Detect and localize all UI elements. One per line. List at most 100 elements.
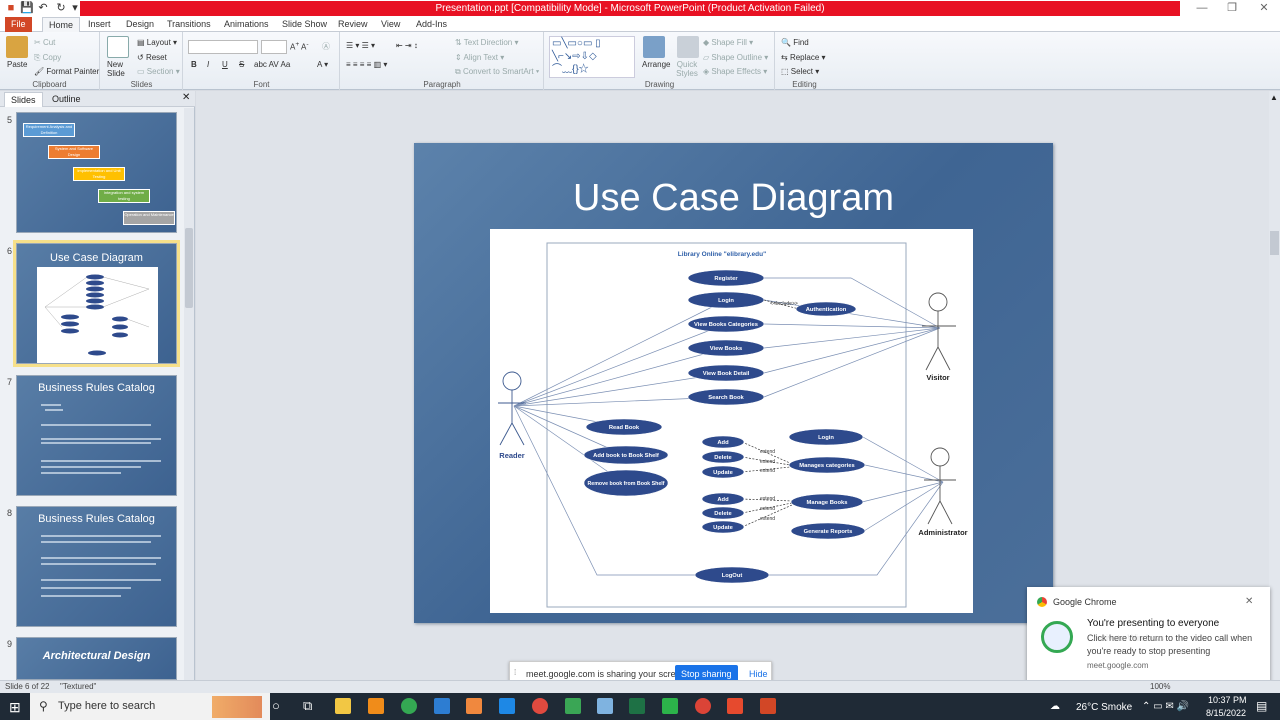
zoom-level[interactable]: 100% (1150, 682, 1170, 691)
vscode-icon[interactable] (434, 698, 450, 714)
underline-icon[interactable]: U (222, 60, 228, 69)
cut-button[interactable]: ✂ Cut (34, 38, 55, 47)
windows-start-icon[interactable]: ⊞ (9, 699, 21, 716)
file-explorer-icon[interactable] (335, 698, 351, 714)
system-tray-icons[interactable]: ⌃ ▭ ✉ 🔊 (1142, 701, 1189, 712)
format-painter-button[interactable]: 🖌 Format Painter (34, 67, 99, 76)
convert-smartart-button[interactable]: ⧉ Convert to SmartArt ▾ (455, 67, 539, 77)
font-color-icon[interactable]: A ▾ (317, 60, 328, 69)
chrome-2-icon[interactable] (695, 698, 711, 714)
tab-view[interactable]: View (375, 17, 406, 32)
reset-button[interactable]: ↺ Reset (137, 53, 167, 62)
hide-button[interactable]: Hide (749, 669, 768, 679)
quick-styles-button[interactable]: Quick Styles (673, 60, 701, 78)
font-size-box[interactable] (261, 40, 287, 54)
shape-effects-button[interactable]: ◈ Shape Effects ▾ (703, 67, 767, 76)
arrange-icon[interactable] (643, 36, 665, 58)
battery-app-icon[interactable] (565, 698, 581, 714)
indent-icon[interactable]: ⇤ ⇥ ↕ (396, 41, 418, 50)
panel-scrollbar[interactable] (184, 108, 194, 680)
text-direction-button[interactable]: ⇅ Text Direction ▾ (455, 38, 519, 47)
tab-review[interactable]: Review (332, 17, 374, 32)
scroll-up-icon[interactable]: ▲ (1270, 93, 1278, 102)
notification-center-icon[interactable]: ▤ (1256, 699, 1267, 713)
convert-smartart-label: Convert to SmartArt (462, 67, 534, 76)
section-button[interactable]: ▭ Section ▾ (137, 67, 180, 76)
cortana-icon[interactable]: ○ (272, 698, 280, 713)
chrome-notification[interactable]: Google Chrome ✕ You're presenting to eve… (1027, 587, 1270, 685)
tab-home[interactable]: Home (42, 17, 81, 32)
use-case-diagram[interactable]: Library Online "elibrary.edu" <<Include>… (490, 229, 973, 613)
panel-scroll-thumb[interactable] (185, 228, 193, 308)
save-icon[interactable]: 💾 (20, 1, 34, 15)
app-2-icon[interactable] (727, 698, 743, 714)
sublime-icon[interactable] (368, 698, 384, 714)
chrome-profile-icon[interactable] (532, 698, 548, 714)
editor-scroll-thumb[interactable] (1270, 231, 1279, 255)
quick-styles-icon[interactable] (677, 36, 699, 58)
layout-button[interactable]: ▤ Layout ▾ (137, 38, 177, 47)
tab-insert[interactable]: Insert (82, 17, 117, 32)
weather-text[interactable]: 26°C Smoke (1076, 702, 1132, 713)
align-icons[interactable]: ≡ ≡ ≡ ≡ ▥ ▾ (346, 60, 387, 69)
shape-fill-button[interactable]: ◆ Shape Fill ▾ (703, 38, 753, 47)
new-slide-button[interactable]: New Slide (107, 60, 131, 78)
paste-button[interactable]: Paste (7, 60, 27, 69)
tab-slide-show[interactable]: Slide Show (276, 17, 333, 32)
task-view-icon[interactable]: ⧉ (303, 698, 312, 714)
undo-icon[interactable]: ↶ (36, 1, 50, 15)
drag-handle-icon[interactable]: ⁞ (514, 668, 516, 677)
close-panel-icon[interactable]: ✕ (182, 92, 190, 103)
close-button[interactable]: ✕ (1250, 0, 1278, 17)
strikethrough-icon[interactable]: S (239, 60, 244, 69)
xampp-icon[interactable] (466, 698, 482, 714)
excel-icon[interactable] (629, 698, 645, 714)
font-name-box[interactable] (188, 40, 258, 54)
italic-icon[interactable]: I (207, 60, 209, 69)
bullets-icon[interactable]: ☰ ▾ ☰ ▾ (346, 41, 375, 50)
tab-animations[interactable]: Animations (218, 17, 275, 32)
slide-thumbnail-6[interactable]: Use Case Diagram (13, 240, 180, 367)
app-icon[interactable] (499, 698, 515, 714)
copy-button[interactable]: ⎘ Copy (34, 53, 61, 63)
grow-font-icon[interactable]: A+ A- (290, 41, 309, 52)
camtasia-icon[interactable] (662, 698, 678, 714)
slide-title[interactable]: Use Case Diagram (414, 177, 1053, 220)
align-text-button[interactable]: ⇕ Align Text ▾ (455, 53, 504, 62)
shape-outline-button[interactable]: ▱ Shape Outline ▾ (703, 53, 768, 62)
powerpoint-taskbar-icon[interactable] (760, 698, 776, 714)
editor-scrollbar[interactable]: ▲ (1269, 91, 1280, 680)
clock-date[interactable]: 8/15/2022 (1206, 708, 1246, 718)
tab-transitions[interactable]: Transitions (161, 17, 217, 32)
maximize-button[interactable]: ❐ (1218, 0, 1246, 17)
tab-add-ins[interactable]: Add-Ins (410, 17, 453, 32)
clock-time[interactable]: 10:37 PM (1208, 695, 1247, 705)
tab-file[interactable]: File (5, 17, 32, 32)
tab-slides-panel[interactable]: Slides (4, 92, 43, 107)
chrome-taskbar-icon[interactable] (401, 698, 417, 714)
slide-thumbnail-8[interactable]: Business Rules Catalog (16, 506, 177, 627)
tab-design[interactable]: Design (120, 17, 160, 32)
paste-icon[interactable] (6, 36, 28, 58)
replace-button[interactable]: ⇆ Replace ▾ (781, 53, 826, 62)
thumb-diagram-svg (44, 274, 150, 356)
bold-icon[interactable]: B (191, 60, 197, 69)
shapes-gallery[interactable]: ▭╲▭○▭ ▯ ╲⌐↘⇨⇩◇ ⌒﹏{}☆ (549, 36, 635, 78)
char-spacing-icon[interactable]: abc AV Aa (254, 60, 290, 69)
new-slide-icon[interactable] (107, 36, 129, 58)
slide-thumbnail-9[interactable]: Architectural Design (16, 637, 177, 680)
find-button[interactable]: 🔍 Find (781, 38, 809, 47)
notepad-icon[interactable] (597, 698, 613, 714)
select-button[interactable]: ⬚ Select ▾ (781, 67, 819, 76)
clear-format-icon[interactable]: Ⓐ (322, 41, 330, 52)
close-notification-icon[interactable]: ✕ (1245, 596, 1253, 607)
minimize-button[interactable]: — (1188, 0, 1216, 17)
weather-icon[interactable]: ☁ (1050, 701, 1060, 712)
redo-icon[interactable]: ↻ (54, 1, 68, 15)
slide-thumbnail-5[interactable]: Requirement Analysis and Definition Syst… (16, 112, 177, 233)
search-icon: ⚲ (39, 699, 48, 713)
slide-thumbnail-7[interactable]: Business Rules Catalog (16, 375, 177, 496)
current-slide[interactable]: Use Case Diagram Library Online "elibrar… (414, 143, 1053, 623)
arrange-button[interactable]: Arrange (642, 60, 670, 69)
tab-outline-panel[interactable]: Outline (46, 92, 87, 107)
